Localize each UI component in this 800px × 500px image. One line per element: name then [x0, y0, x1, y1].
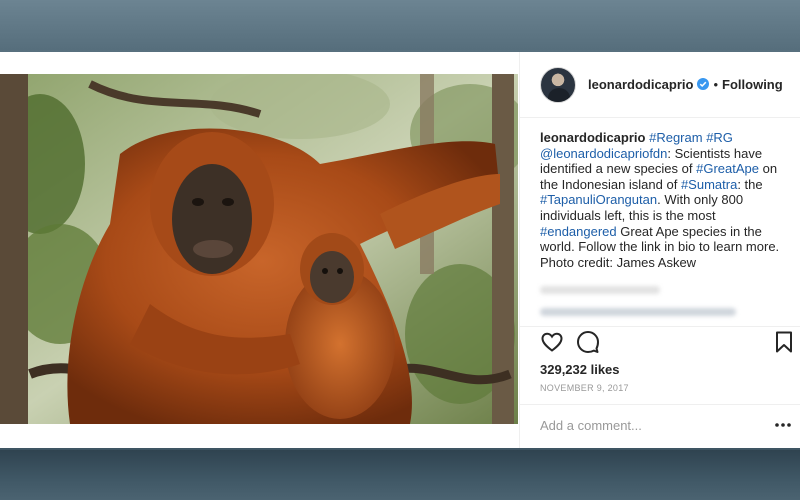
bookmark-icon[interactable]	[772, 330, 796, 354]
caption-text-segment: : the	[737, 176, 763, 192]
caption-hashtag-link[interactable]: @leonardodicapriofdn	[540, 146, 667, 161]
heart-icon[interactable]	[540, 330, 564, 354]
comment-icon[interactable]	[576, 330, 600, 354]
divider	[520, 326, 800, 327]
instagram-post: leonardodicaprio • Following leonardodic…	[0, 52, 800, 448]
caption-hashtag-link[interactable]: #RG	[706, 130, 733, 145]
verified-badge-icon	[697, 78, 710, 90]
caption-text: #Regram #RG @leonardodicapriofdn: Scient…	[540, 130, 779, 270]
avatar[interactable]	[540, 66, 576, 103]
background-top	[0, 0, 800, 50]
caption-username[interactable]: leonardodicaprio	[540, 130, 645, 145]
author-username-text[interactable]: leonardodicaprio	[588, 77, 693, 92]
caption-hashtag-link[interactable]: #Sumatra	[681, 177, 737, 192]
add-comment-input[interactable]	[540, 416, 750, 434]
author-username[interactable]: leonardodicaprio	[588, 77, 710, 92]
blurred-comment	[540, 308, 736, 316]
post-date: NOVEMBER 9, 2017	[540, 383, 629, 393]
post-side-panel: leonardodicaprio • Following leonardodic…	[519, 52, 800, 448]
caption-hashtag-link[interactable]: #GreatApe	[696, 161, 759, 176]
following-button[interactable]: Following	[722, 77, 783, 92]
post-caption: leonardodicaprio #Regram #RG @leonardodi…	[540, 130, 790, 270]
separator-dot: •	[713, 77, 719, 92]
orangutan-photo	[0, 74, 518, 424]
blurred-load-more-comments	[540, 286, 660, 294]
post-actions	[540, 330, 792, 354]
divider	[520, 404, 800, 405]
caption-hashtag-link[interactable]: #Regram	[649, 130, 702, 145]
post-header: leonardodicaprio • Following	[520, 52, 800, 118]
likes-count[interactable]: 329,232 likes	[540, 362, 620, 377]
caption-hashtag-link[interactable]: #endangered	[540, 224, 617, 239]
background-bottom	[0, 450, 800, 500]
more-options-icon[interactable]	[773, 418, 793, 432]
caption-hashtag-link[interactable]: #TapanuliOrangutan	[540, 192, 657, 207]
post-photo[interactable]	[0, 74, 518, 424]
